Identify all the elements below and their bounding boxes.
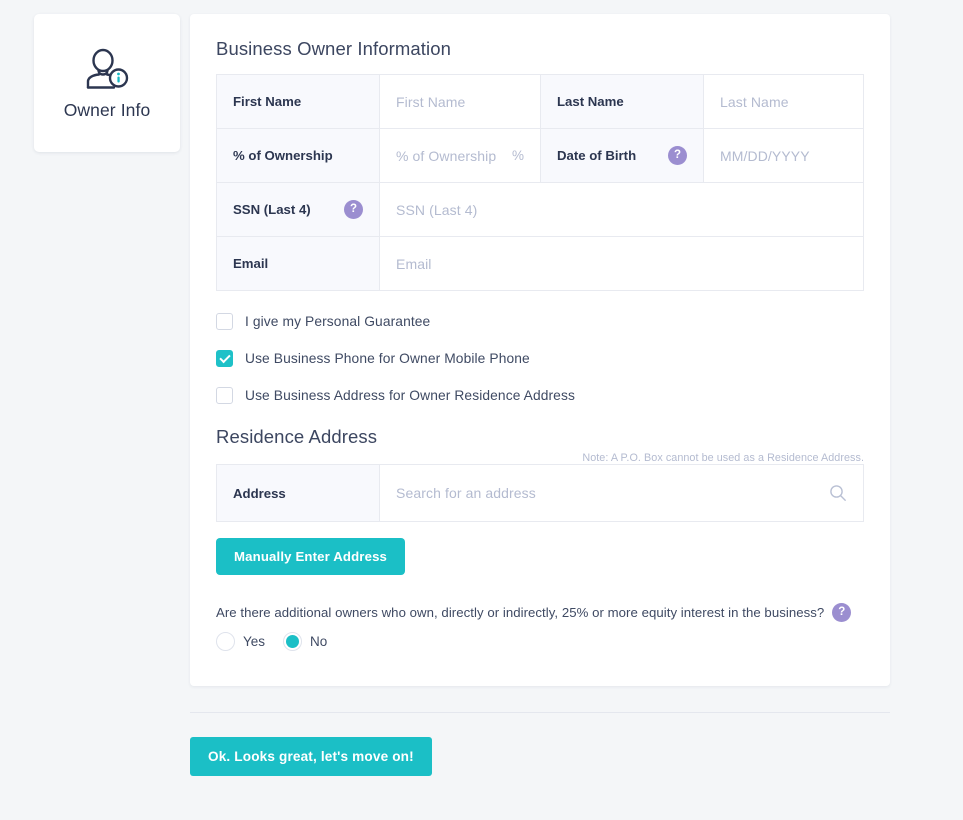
first-name-placeholder: First Name [396,93,466,110]
ssn-placeholder: SSN (Last 4) [396,201,478,218]
address-label: Address [217,465,380,521]
email-field[interactable]: Email [380,237,863,290]
residence-address-header: Residence Address Note: A P.O. Box canno… [216,426,864,464]
ownership-percent-field[interactable]: % of Ownership % [380,129,541,182]
table-row-ownership-dob: % of Ownership % of Ownership % Date of … [217,129,863,183]
ssn-label: SSN (Last 4) ? [217,183,380,236]
last-name-field[interactable]: Last Name [704,75,863,128]
manually-enter-address-button[interactable]: Manually Enter Address [216,538,406,575]
date-of-birth-label: Date of Birth ? [541,129,704,182]
checkbox-row-personal-guarantee[interactable]: I give my Personal Guarantee [216,313,864,330]
business-phone-label: Use Business Phone for Owner Mobile Phon… [245,351,530,366]
address-search-input[interactable]: Search for an address [380,465,863,521]
table-row-email: Email Email [217,237,863,291]
first-name-label: First Name [217,75,380,128]
additional-owners-help-icon[interactable]: ? [832,603,852,622]
business-address-label: Use Business Address for Owner Residence… [245,388,575,403]
additional-owners-question: Are there additional owners who own, dir… [216,603,864,622]
table-row-address: Address Search for an address [217,465,863,521]
percent-symbol: % [511,148,524,163]
no-radio[interactable] [283,632,303,651]
first-name-field[interactable]: First Name [380,75,541,128]
additional-owners-question-text: Are there additional owners who own, dir… [216,605,825,620]
no-radio-label: No [310,634,328,649]
checkbox-row-business-address[interactable]: Use Business Address for Owner Residence… [216,387,864,404]
step-card-label: Owner Info [63,99,151,120]
table-row-name: First Name First Name Last Name Last Nam… [217,75,863,129]
personal-guarantee-label: I give my Personal Guarantee [245,314,431,329]
page-title: Business Owner Information [216,38,451,59]
yes-radio[interactable] [216,632,235,651]
additional-owners-radio-group: Yes No [216,632,864,651]
personal-guarantee-checkbox[interactable] [216,313,233,330]
business-address-checkbox[interactable] [216,387,233,404]
date-of-birth-help-icon[interactable]: ? [668,146,687,165]
address-table: Address Search for an address [216,464,864,522]
checkbox-row-business-phone[interactable]: Use Business Phone for Owner Mobile Phon… [216,350,864,367]
date-of-birth-placeholder: MM/DD/YYYY [720,147,810,164]
search-icon[interactable] [829,484,847,502]
step-card-owner-info[interactable]: Owner Info [34,14,180,152]
address-search-placeholder: Search for an address [396,485,536,501]
ownership-percent-label: % of Ownership [217,129,380,182]
submit-button[interactable]: Ok. Looks great, let's move on! [190,737,432,776]
radio-option-no[interactable]: No [283,632,327,651]
page-root: Owner Info Business Owner Information Fi… [0,0,963,820]
yes-radio-label: Yes [243,634,266,649]
owner-form-table: First Name First Name Last Name Last Nam… [216,74,864,291]
date-of-birth-field[interactable]: MM/DD/YYYY [704,129,863,182]
last-name-placeholder: Last Name [720,93,789,110]
owner-options-list: I give my Personal Guarantee Use Busines… [216,313,864,404]
owner-information-panel: Business Owner Information First Name Fi… [190,14,890,686]
owner-info-person-icon [79,46,135,96]
last-name-label: Last Name [541,75,704,128]
ssn-help-icon[interactable]: ? [344,200,363,219]
ownership-percent-placeholder: % of Ownership [396,147,497,164]
email-label: Email [217,237,380,290]
radio-option-yes[interactable]: Yes [216,632,265,651]
email-placeholder: Email [396,255,432,272]
residence-address-title: Residence Address [216,426,378,447]
business-phone-checkbox[interactable] [216,350,233,367]
ssn-field[interactable]: SSN (Last 4) [380,183,863,236]
table-row-ssn: SSN (Last 4) ? SSN (Last 4) [217,183,863,237]
residence-address-note: Note: A P.O. Box cannot be used as a Res… [582,452,864,464]
footer-divider [190,712,890,713]
